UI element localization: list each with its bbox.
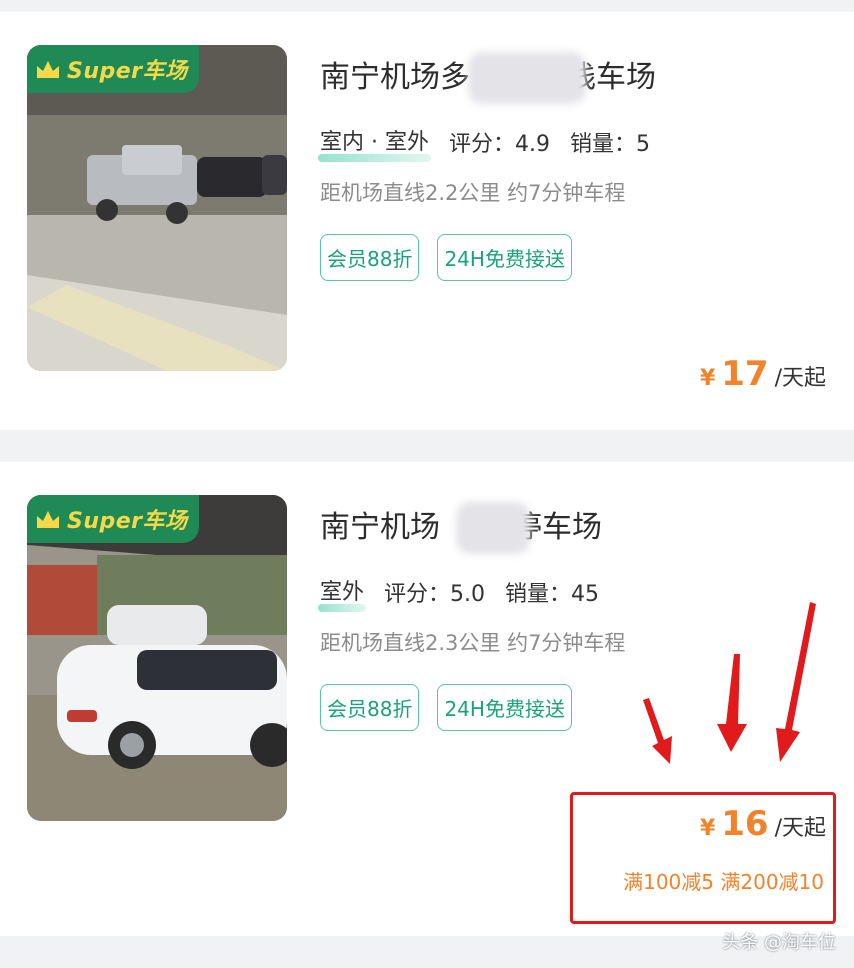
badge-text: Super车场	[67, 59, 188, 84]
distance-text: 距机场直线2.2公里 约7分钟车程	[320, 181, 626, 205]
currency-symbol: ¥	[699, 816, 716, 841]
parking-type: 室外	[317, 574, 367, 612]
listing-meta: 室外 评分：5.0 销量：45	[317, 574, 600, 612]
tag-member-discount: 会员88折	[320, 684, 420, 731]
parking-photo-2[interactable]: Super车场	[27, 495, 287, 821]
tag-list: 会员88折 24H免费接送	[320, 234, 572, 281]
listing-card-1[interactable]: Super车场 南宁机场多 栈车场 室内 · 室外 评分：4.9 销量：5 距机场…	[0, 12, 854, 430]
currency-symbol: ¥	[699, 366, 716, 391]
tag-list: 会员88折 24H免费接送	[320, 684, 572, 731]
rating: 评分：5.0	[384, 582, 486, 607]
tag-free-shuttle: 24H免费接送	[437, 234, 572, 281]
tag-member-discount: 会员88折	[320, 234, 420, 281]
crown-icon	[37, 61, 59, 78]
watermark: 头条 @淘车位	[722, 932, 836, 953]
rating: 评分：4.9	[448, 132, 550, 157]
listing-card-2[interactable]: Super车场 南宁机场 停车场 室外 评分：5.0 销量：45 距机场直线2.3…	[0, 462, 854, 936]
price-value: 17	[721, 354, 769, 394]
red-arrow-icon	[717, 654, 747, 752]
redacted-text	[468, 52, 586, 104]
crown-icon	[37, 511, 59, 528]
distance-text: 距机场直线2.3公里 约7分钟车程	[320, 631, 626, 655]
parking-photo-1[interactable]: Super车场	[27, 45, 287, 371]
parking-photo-image	[27, 45, 287, 371]
discount-text: 满100减5 满200减10	[623, 870, 824, 894]
price-value: 16	[721, 804, 769, 844]
super-badge: Super车场	[27, 45, 199, 93]
title-head: 南宁机场	[320, 510, 440, 545]
parking-type: 室内 · 室外	[318, 124, 431, 162]
parking-photo-image	[27, 495, 287, 821]
price: ¥ 17 /天起	[700, 354, 826, 394]
tag-free-shuttle: 24H免费接送	[437, 684, 572, 731]
super-badge: Super车场	[27, 495, 199, 543]
title-head: 南宁机场多	[320, 60, 470, 95]
price-unit: /天起	[774, 816, 826, 841]
sales-count: 销量：5	[569, 132, 650, 157]
red-arrow-icon	[776, 602, 816, 762]
redacted-text	[456, 502, 530, 554]
price-unit: /天起	[774, 366, 826, 391]
price: ¥ 16 /天起	[700, 804, 826, 844]
listing-meta: 室内 · 室外 评分：4.9 销量：5	[318, 124, 650, 162]
red-arrow-icon	[643, 698, 672, 764]
sales-count: 销量：45	[505, 582, 600, 607]
badge-text: Super车场	[67, 509, 188, 534]
